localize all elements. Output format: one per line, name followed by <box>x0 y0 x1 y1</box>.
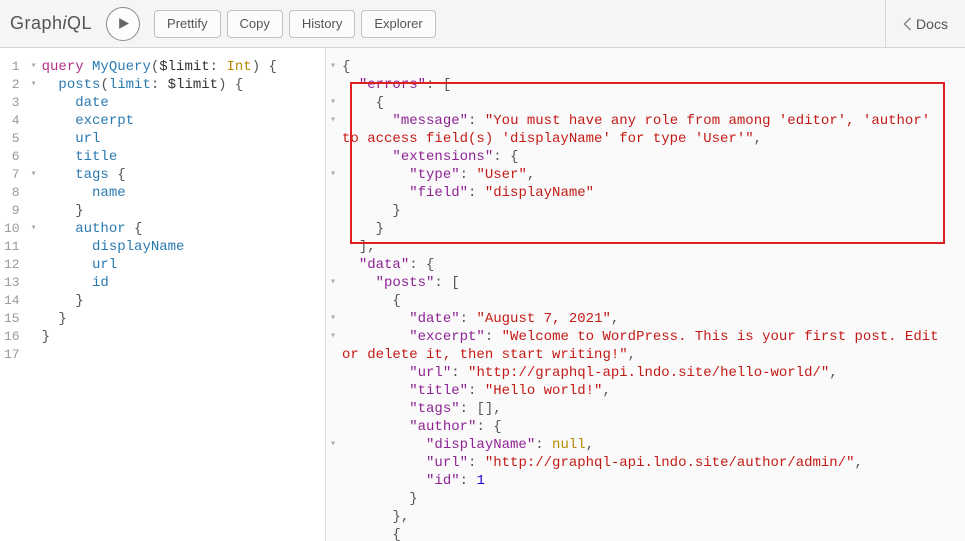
topbar: GraphiQL Prettify Copy History Explorer … <box>0 0 965 48</box>
result-json[interactable]: { "errors": [ { "message": "You must hav… <box>340 48 965 541</box>
query-editor-pane[interactable]: 1234567891011121314151617 ▾▾▾▾ query MyQ… <box>0 48 326 541</box>
main-area: 1234567891011121314151617 ▾▾▾▾ query MyQ… <box>0 48 965 541</box>
result-pane: ▾▾▾▾▾▾▾▾▾ { "errors": [ { "message": "Yo… <box>326 48 965 541</box>
docs-label: Docs <box>916 16 948 32</box>
copy-button[interactable]: Copy <box>227 10 283 38</box>
query-code[interactable]: query MyQuery($limit: Int) { posts(limit… <box>40 48 325 541</box>
logo-ql: QL <box>67 13 92 34</box>
line-number-gutter: 1234567891011121314151617 <box>0 48 28 541</box>
result-fold-gutter: ▾▾▾▾▾▾▾▾▾ <box>326 48 340 541</box>
chevron-left-icon <box>903 17 912 31</box>
fold-gutter: ▾▾▾▾ <box>28 48 40 541</box>
history-button[interactable]: History <box>289 10 355 38</box>
prettify-button[interactable]: Prettify <box>154 10 220 38</box>
play-icon <box>117 17 130 30</box>
execute-button[interactable] <box>106 7 140 41</box>
logo-graph: Graph <box>10 13 63 34</box>
graphiql-logo: GraphiQL <box>10 13 92 34</box>
explorer-button[interactable]: Explorer <box>361 10 435 38</box>
docs-toggle[interactable]: Docs <box>885 0 965 47</box>
